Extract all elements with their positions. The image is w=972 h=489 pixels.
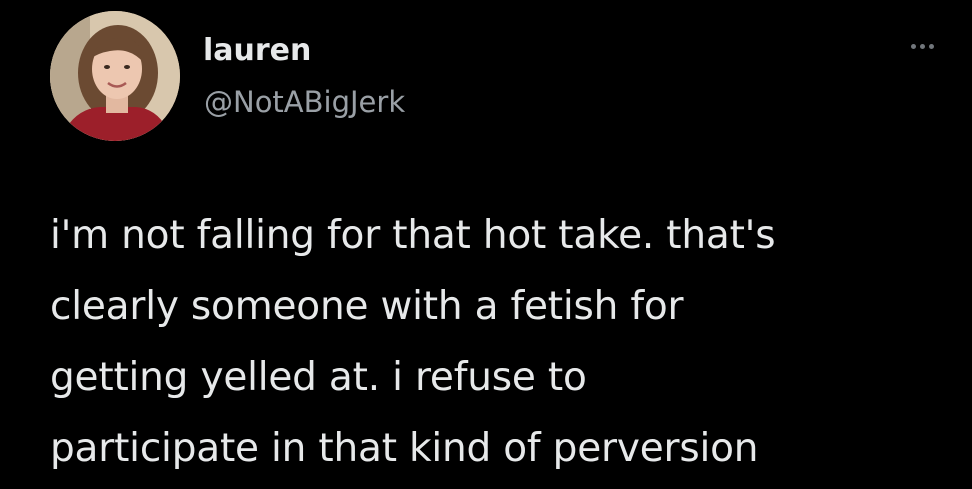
tweet-text: i'm not falling for that hot take. that'…	[50, 213, 776, 471]
ellipsis-icon	[910, 43, 916, 49]
avatar-photo-icon	[50, 11, 180, 141]
author-display-name[interactable]: lauren	[203, 33, 311, 69]
author-handle[interactable]: @NotABigJerk	[204, 84, 405, 120]
ellipsis-icon	[919, 43, 925, 49]
tweet-card: lauren @NotABigJerk i'm not falling for …	[0, 0, 972, 489]
author-avatar[interactable]	[50, 11, 180, 141]
ellipsis-icon	[928, 43, 934, 49]
more-options-button[interactable]	[902, 34, 942, 58]
